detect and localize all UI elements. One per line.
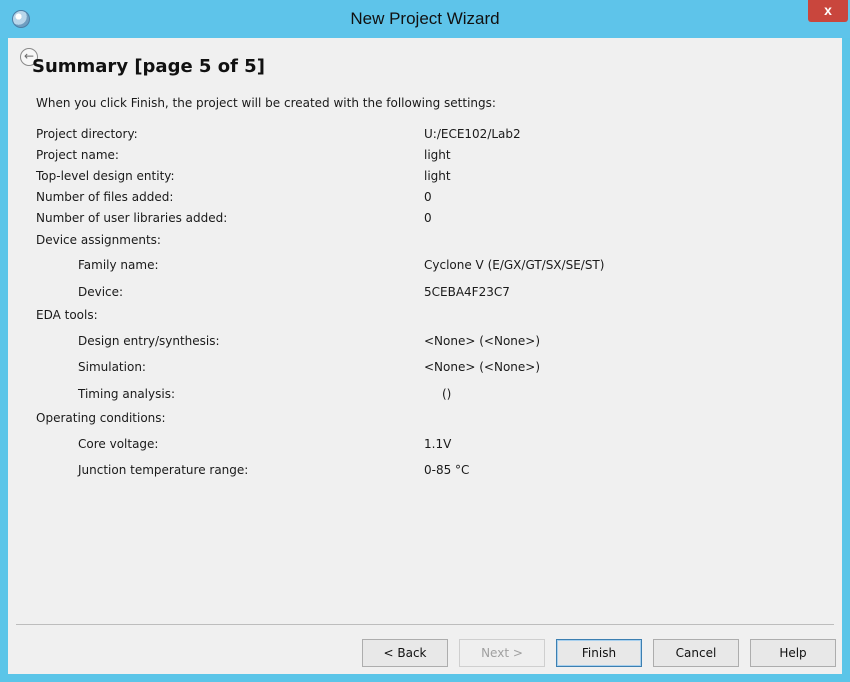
title-bar: New Project Wizard x (0, 0, 850, 38)
cancel-button[interactable]: Cancel (653, 639, 739, 667)
intro-text: When you click Finish, the project will … (36, 96, 496, 110)
setting-label-design-entry: Design entry/synthesis: (78, 334, 220, 348)
window-title: New Project Wizard (350, 9, 500, 28)
setting-label-family-name: Family name: (78, 258, 159, 272)
next-button[interactable]: Next > (459, 639, 545, 667)
help-button[interactable]: Help (750, 639, 836, 667)
section-device-assignments: Device assignments: (36, 233, 161, 247)
wizard-window: New Project Wizard x ← Summary [page 5 o… (0, 0, 850, 682)
setting-value-junction-temp: 0-85 °C (424, 463, 470, 477)
page-title: Summary [page 5 of 5] (32, 56, 265, 77)
section-operating-conditions: Operating conditions: (36, 411, 166, 425)
setting-value-files-added: 0 (424, 190, 432, 204)
setting-label-simulation: Simulation: (78, 360, 146, 374)
setting-value-top-level-entity: light (424, 169, 451, 183)
setting-value-design-entry: <None> (<None>) (424, 334, 541, 348)
footer-divider (16, 624, 834, 625)
setting-value-timing-analysis: () (442, 387, 452, 401)
setting-value-device: 5CEBA4F23C7 (424, 285, 510, 299)
setting-label-core-voltage: Core voltage: (78, 437, 159, 451)
setting-label-project-directory: Project directory: (36, 127, 138, 141)
setting-value-project-name: light (424, 148, 451, 162)
close-button[interactable]: x (808, 0, 848, 22)
setting-value-family-name: Cyclone V (E/GX/GT/SX/SE/ST) (424, 258, 605, 272)
setting-label-top-level-entity: Top-level design entity: (36, 169, 175, 183)
setting-label-project-name: Project name: (36, 148, 119, 162)
setting-value-simulation: <None> (<None>) (424, 360, 541, 374)
setting-label-user-libraries: Number of user libraries added: (36, 211, 228, 225)
setting-value-core-voltage: 1.1V (424, 437, 452, 451)
setting-label-device: Device: (78, 285, 124, 299)
back-button[interactable]: < Back (362, 639, 448, 667)
setting-value-project-directory: U:/ECE102/Lab2 (424, 127, 521, 141)
finish-button[interactable]: Finish (556, 639, 642, 667)
setting-label-timing-analysis: Timing analysis: (78, 387, 175, 401)
setting-label-junction-temp: Junction temperature range: (78, 463, 249, 477)
setting-value-user-libraries: 0 (424, 211, 432, 225)
wizard-page: ← Summary [page 5 of 5] When you click F… (8, 38, 842, 674)
setting-label-files-added: Number of files added: (36, 190, 174, 204)
section-eda-tools: EDA tools: (36, 308, 98, 322)
